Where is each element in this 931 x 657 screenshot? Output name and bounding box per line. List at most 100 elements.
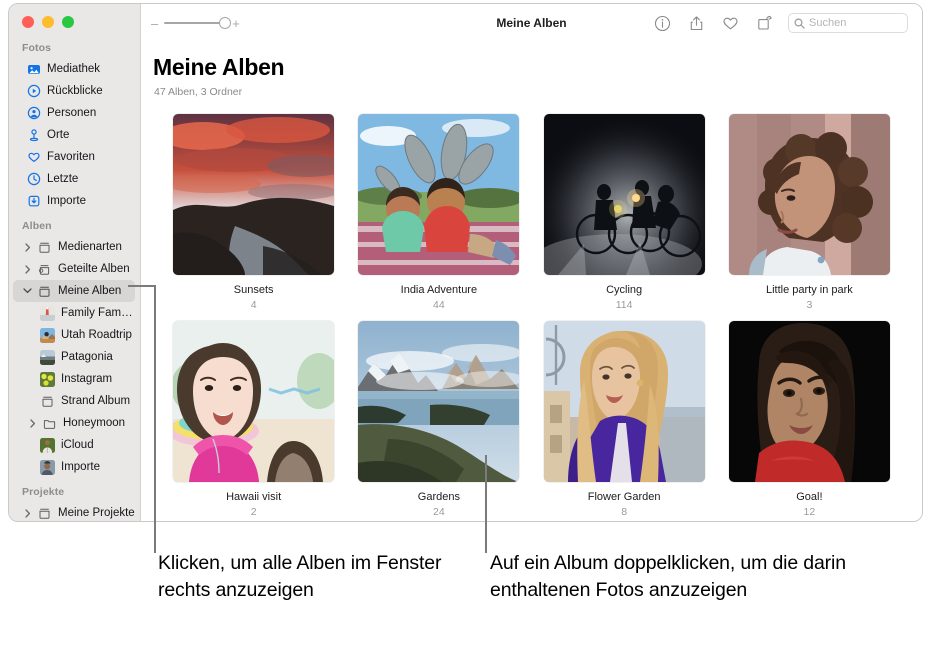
photos-window: Fotos Mediathek Rückblicke Personen Orte… (8, 3, 923, 522)
sidebar-item-meine-projekte[interactable]: Meine Projekte (13, 502, 135, 521)
sidebar-item-label: Family Family… (61, 307, 135, 319)
sidebar-item-patagonia[interactable]: Patagonia (13, 346, 135, 368)
chevron-right-icon[interactable] (23, 506, 32, 520)
sidebar-section-projekte-title: Projekte (22, 486, 65, 498)
album-item[interactable]: Little party in park 3 (717, 114, 902, 311)
album-name: India Adventure (400, 284, 478, 296)
album-count-summary: 47 Alben, 3 Ordner (154, 86, 243, 98)
album-count: 2 (250, 506, 257, 518)
sidebar-item-icloud[interactable]: iCloud (13, 434, 135, 456)
sidebar-item-importe-album[interactable]: Importe (13, 456, 135, 478)
sidebar-item-letzte[interactable]: Letzte (13, 168, 135, 190)
album-thumbnail-mountain-lake[interactable] (358, 321, 520, 482)
callout-text-left: Klicken, um alle Alben im Fenster rechts… (158, 552, 442, 601)
sidebar-item-instagram[interactable]: Instagram (13, 368, 135, 390)
sidebar-item-utah-roadtrip[interactable]: Utah Roadtrip (13, 324, 135, 346)
sidebar-section-fotos-title: Fotos (22, 42, 52, 54)
album-name: Little party in park (765, 284, 853, 296)
sidebar-item-meine-alben[interactable]: Meine Alben (13, 280, 135, 302)
share-icon[interactable] (686, 13, 706, 33)
sidebar-item-geteilte-alben[interactable]: Geteilte Alben (13, 258, 135, 280)
album-name: Sunsets (233, 284, 274, 296)
album-thumbnail-dark-portrait-red[interactable] (728, 321, 890, 482)
sidebar-item-label: Importe (47, 195, 86, 207)
album-thumb-instagram (40, 371, 55, 387)
album-count: 8 (621, 506, 628, 518)
album-item[interactable]: Gardens 24 (346, 321, 531, 518)
sidebar-item-mediathek[interactable]: Mediathek (13, 58, 135, 80)
album-thumbnail-night-cyclists[interactable] (543, 114, 705, 275)
sidebar-section-alben-title: Alben (22, 220, 52, 232)
album-icon (37, 240, 52, 255)
zoom-out-label[interactable]: – (151, 17, 158, 30)
callout-text-right: Auf ein Album doppelklicken, um die dari… (490, 552, 846, 601)
close-button[interactable] (22, 16, 34, 28)
album-thumb-icloud (40, 437, 55, 453)
sidebar-item-label: iCloud (61, 439, 94, 451)
search-input[interactable]: Suchen (788, 13, 908, 33)
search-placeholder: Suchen (809, 17, 847, 29)
sidebar-item-honeymoon[interactable]: Honeymoon (13, 412, 135, 434)
people-icon (26, 106, 41, 121)
zoom-in-label[interactable]: + (232, 17, 240, 30)
main-area: – + Meine Alben Suchen Meine Alben 47 Al… (141, 4, 922, 521)
sidebar-item-label: Strand Album (61, 395, 131, 407)
album-count: 114 (615, 299, 633, 311)
album-item[interactable]: Cycling 114 (532, 114, 717, 311)
sidebar-item-favoriten[interactable]: Favoriten (13, 146, 135, 168)
toolbar: – + Meine Alben Suchen (141, 4, 922, 42)
album-item[interactable]: Goal! 12 (717, 321, 902, 518)
info-icon[interactable] (652, 13, 672, 33)
album-thumbnail-blonde-curly-woman[interactable] (543, 321, 705, 482)
sidebar-item-medienarten[interactable]: Medienarten (13, 236, 135, 258)
album-count: 24 (433, 506, 445, 518)
album-thumbnail-girl-pink-top[interactable] (173, 321, 335, 482)
rotate-icon[interactable] (754, 13, 774, 33)
chevron-right-icon[interactable] (28, 416, 37, 430)
album-thumbnail-curly-woman-portrait[interactable] (728, 114, 890, 275)
sidebar-item-label: Letzte (47, 173, 79, 185)
album-icon (40, 394, 55, 409)
clock-icon (26, 172, 41, 187)
slider-knob[interactable] (219, 17, 232, 29)
sidebar-item-label: Instagram (61, 373, 113, 385)
sidebar-item-label: Patagonia (61, 351, 113, 363)
album-thumb-family (40, 305, 55, 321)
chevron-right-icon[interactable] (23, 262, 32, 276)
album-name: Goal! (796, 491, 823, 503)
album-grid: Sunsets 4 India Adventure 44 Cycling 114… (141, 98, 922, 518)
sidebar-item-orte[interactable]: Orte (13, 124, 135, 146)
screenshot-root: Fotos Mediathek Rückblicke Personen Orte… (0, 0, 931, 657)
heart-icon[interactable] (720, 13, 740, 33)
album-icon (37, 506, 52, 521)
album-thumbnail-sunset-lake[interactable] (173, 114, 335, 275)
sidebar-item-label: Favoriten (47, 151, 95, 163)
sidebar-item-label: Meine Projekte (58, 507, 135, 519)
album-name: Cycling (606, 284, 643, 296)
sidebar-item-strand-album[interactable]: Strand Album (13, 390, 135, 412)
sidebar-item-family-family[interactable]: Family Family… (13, 302, 135, 324)
album-item[interactable]: Hawaii visit 2 (161, 321, 346, 518)
album-item[interactable]: Sunsets 4 (161, 114, 346, 311)
library-icon (26, 62, 41, 77)
sidebar-item-label: Utah Roadtrip (61, 329, 132, 341)
album-item[interactable]: India Adventure 44 (346, 114, 531, 311)
album-thumb-patagonia (40, 349, 55, 365)
minimize-button[interactable] (42, 16, 54, 28)
album-count: 4 (250, 299, 257, 311)
leader-line-left-vertical (154, 285, 156, 553)
sidebar-item-label: Orte (47, 129, 70, 141)
album-thumbnail-kids-picnic[interactable] (358, 114, 520, 275)
heart-icon (26, 150, 41, 165)
sidebar-item-personen[interactable]: Personen (13, 102, 135, 124)
album-item[interactable]: Flower Garden 8 (532, 321, 717, 518)
sidebar-item-rueckblicke[interactable]: Rückblicke (13, 80, 135, 102)
chevron-down-icon[interactable] (23, 284, 32, 298)
chevron-right-icon[interactable] (23, 240, 32, 254)
sidebar-item-importe[interactable]: Importe (13, 190, 135, 212)
thumbnail-size-slider[interactable]: – + (151, 17, 240, 30)
zoom-button[interactable] (62, 16, 74, 28)
slider-track[interactable] (164, 17, 232, 29)
sidebar: Fotos Mediathek Rückblicke Personen Orte… (9, 4, 141, 521)
album-thumb-utah (40, 327, 55, 343)
